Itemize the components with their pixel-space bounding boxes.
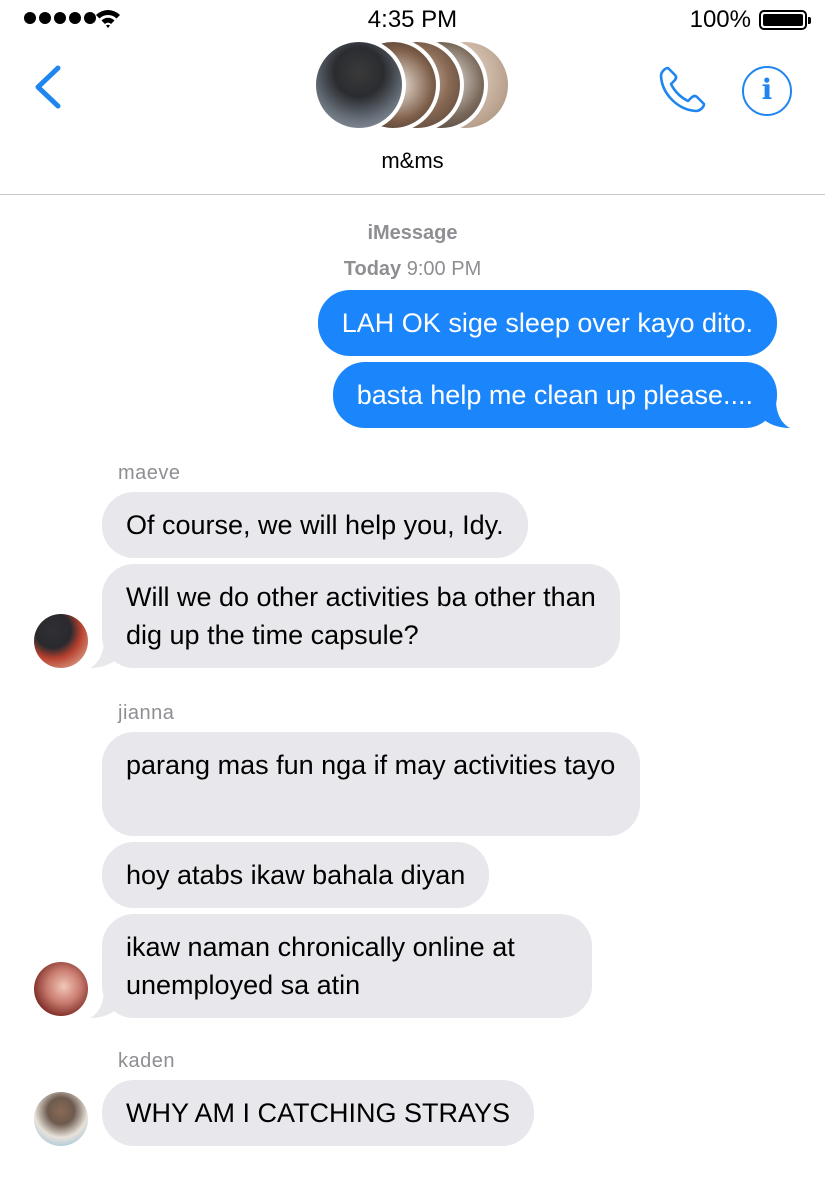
incoming-message[interactable]: parang mas fun nga if may activities tay…: [102, 732, 640, 836]
status-bar: 4:35 PM 100%: [0, 0, 825, 40]
timestamp-time: 9:00 PM: [406, 258, 482, 280]
timestamp-day: Today: [343, 258, 402, 280]
incoming-message[interactable]: hoy atabs ikaw bahala diyan: [102, 842, 490, 908]
bubble-tail: [762, 400, 790, 428]
avatar[interactable]: [34, 614, 88, 668]
incoming-message[interactable]: Of course, we will help you, Idy.: [102, 492, 528, 558]
group-avatar-stack[interactable]: [312, 38, 512, 132]
outgoing-message[interactable]: LAH OK sige sleep over kayo dito.: [317, 290, 777, 356]
sender-name: kaden: [118, 1050, 175, 1072]
header-divider: [0, 194, 825, 195]
chevron-left-icon[interactable]: [30, 62, 70, 112]
incoming-message[interactable]: ikaw naman chronically online at unemplo…: [102, 914, 592, 1018]
outgoing-message[interactable]: basta help me clean up please....: [332, 362, 777, 428]
bubble-tail: [90, 990, 118, 1018]
battery-icon: [759, 10, 811, 30]
incoming-message[interactable]: Will we do other activities ba other tha…: [102, 564, 620, 668]
bubble-tail: [90, 640, 118, 668]
service-label: iMessage: [367, 222, 458, 244]
battery-percentage: 100%: [689, 6, 751, 33]
sender-name: maeve: [118, 462, 181, 484]
incoming-message[interactable]: WHY AM I CATCHING STRAYS: [102, 1080, 535, 1146]
group-name[interactable]: m&ms: [0, 148, 825, 174]
group-member-avatar: [312, 38, 406, 132]
avatar[interactable]: [34, 962, 88, 1016]
avatar[interactable]: [34, 1092, 88, 1146]
info-icon[interactable]: i: [742, 66, 792, 116]
thread-timestamp: Today 9:00 PM: [0, 258, 825, 281]
sender-name: jianna: [118, 702, 175, 724]
phone-icon[interactable]: [656, 64, 708, 116]
